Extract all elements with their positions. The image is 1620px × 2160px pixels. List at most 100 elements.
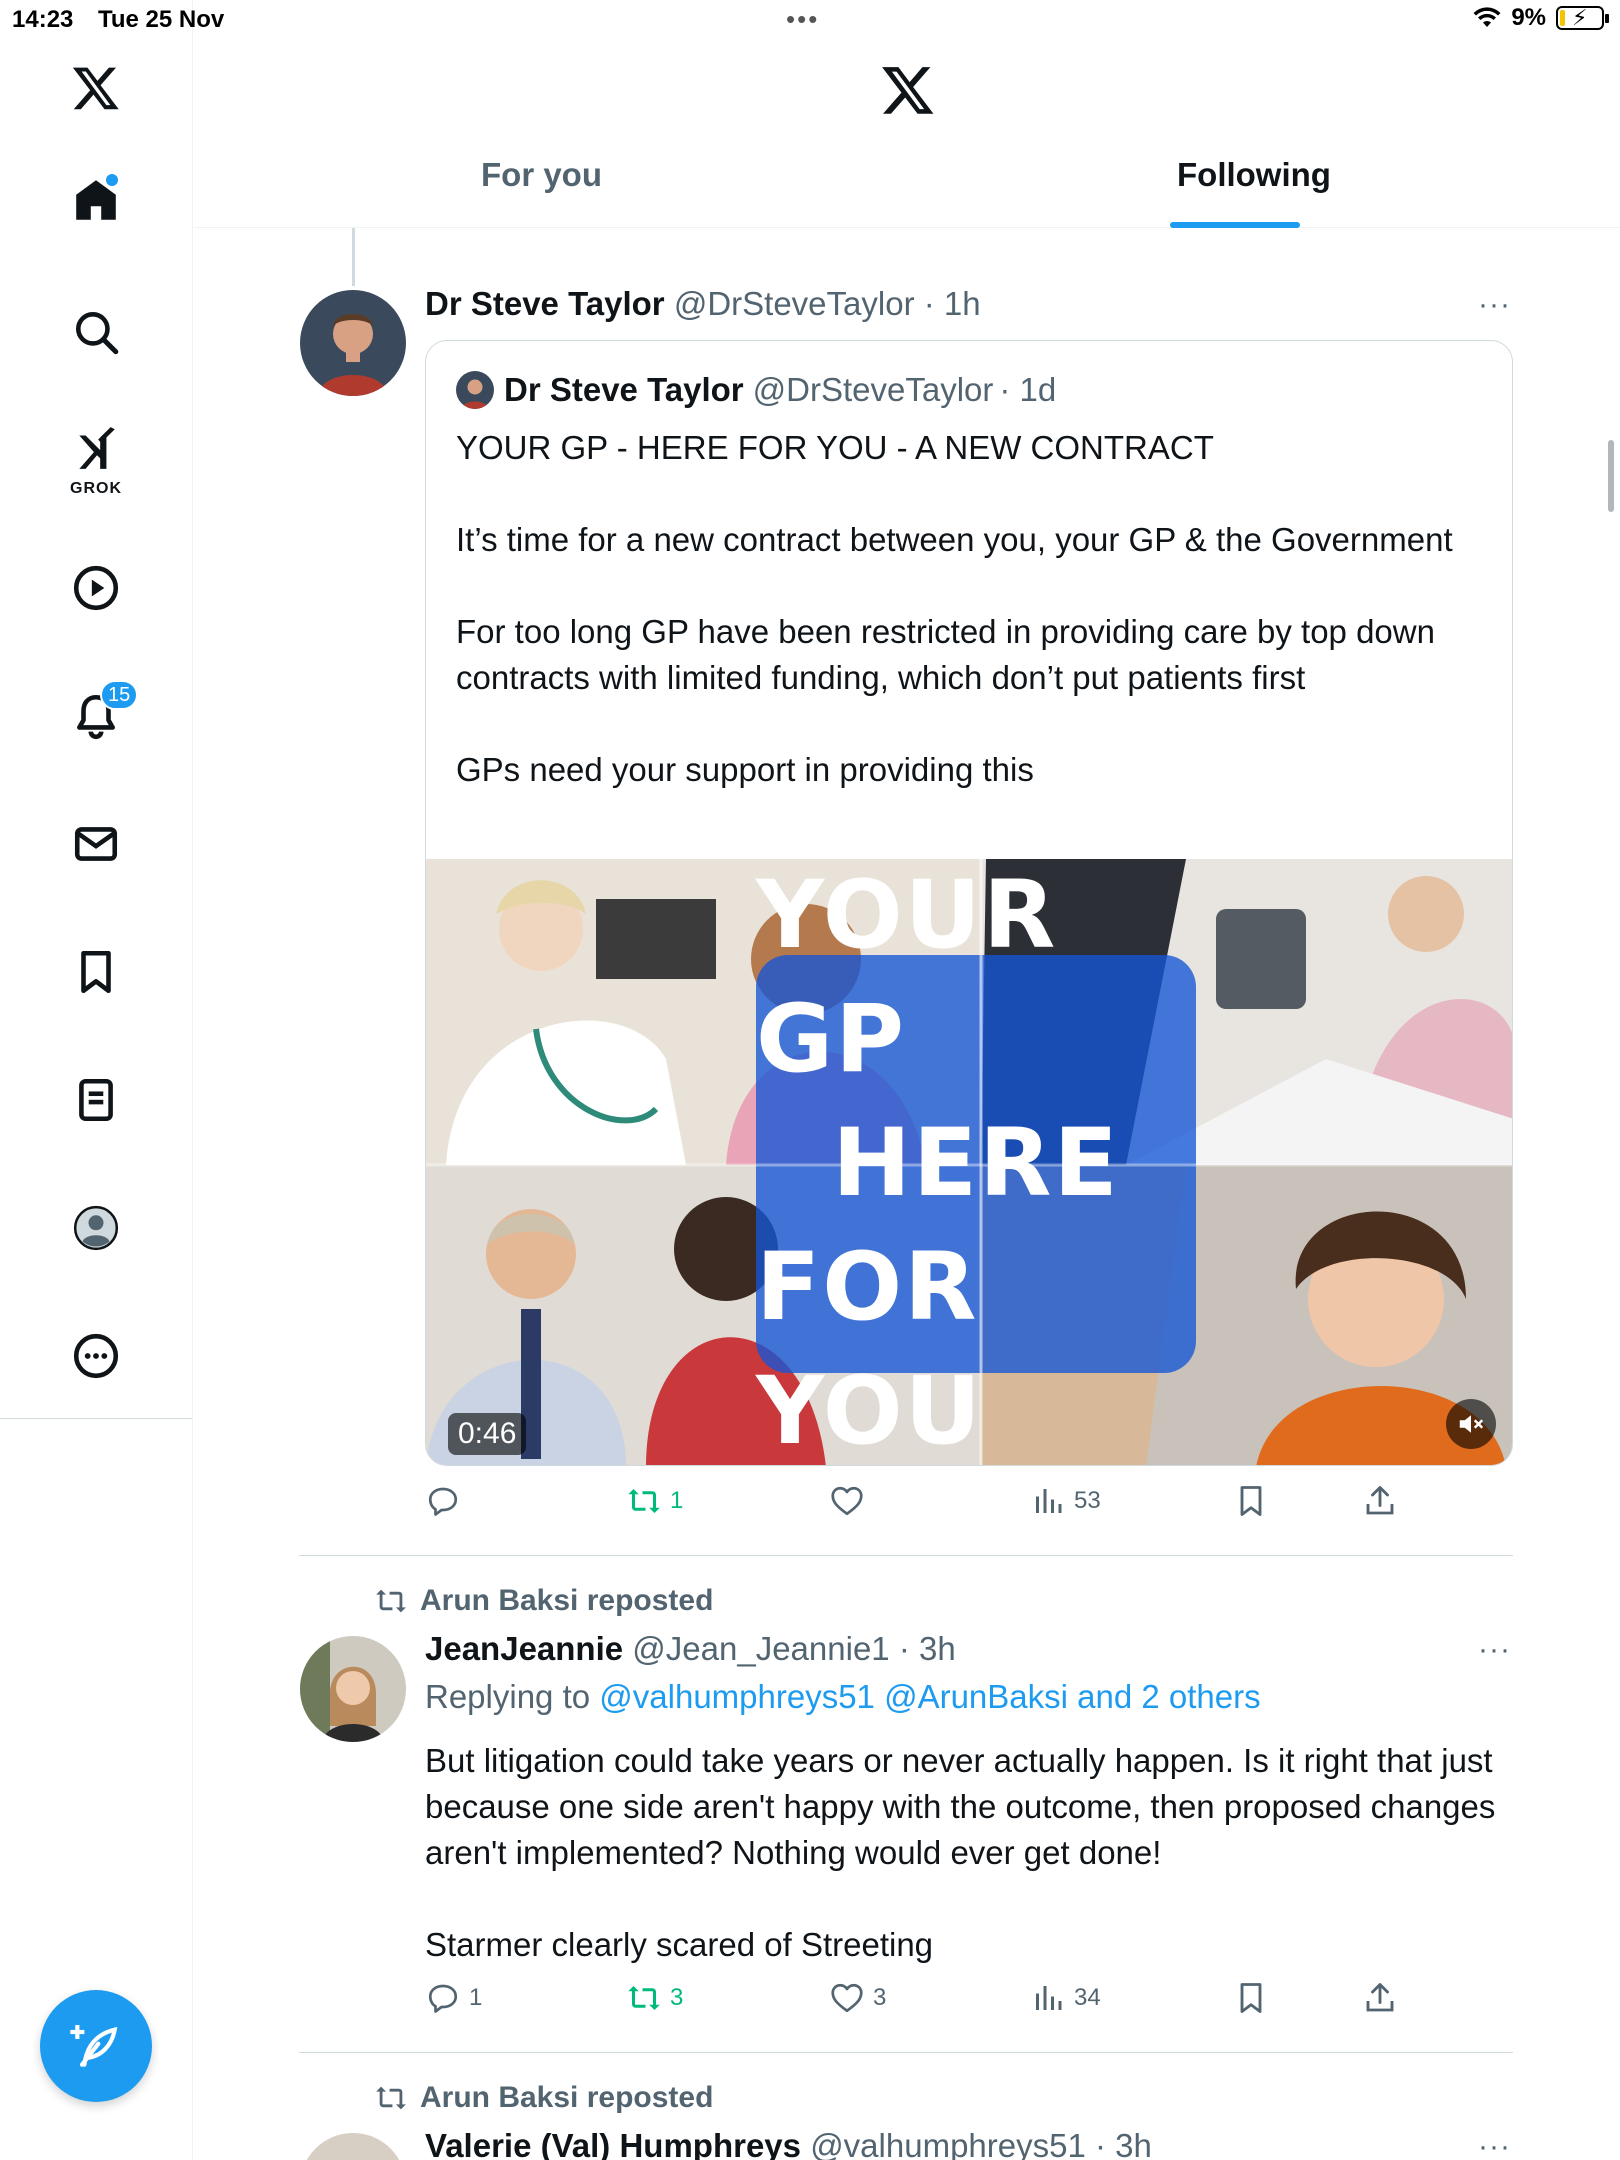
tweet-actions: 1 53 — [425, 1483, 1515, 1533]
repost-button[interactable]: 1 — [626, 1483, 683, 1519]
like-button[interactable] — [829, 1483, 873, 1519]
sidebar-divider — [0, 1418, 192, 1419]
author-handle[interactable]: @DrSteveTaylor — [674, 285, 915, 322]
reply-button[interactable]: 1 — [425, 1980, 482, 2016]
tweet-author-row: Dr Steve Taylor @DrSteveTaylor · 1h — [425, 285, 981, 323]
quote-paragraph: GPs need your support in providing this — [456, 751, 1034, 788]
sidebar-item-home[interactable] — [56, 160, 136, 240]
video-duration: 0:46 — [448, 1413, 527, 1455]
repost-count: 3 — [670, 1984, 684, 2011]
avatar[interactable] — [300, 1636, 406, 1742]
bookmark-icon — [81, 950, 111, 994]
sidebar-item-bookmarks[interactable] — [56, 932, 136, 1012]
repost-icon — [628, 1489, 660, 1513]
reposted-by-label: Arun Baksi reposted — [420, 2081, 714, 2114]
tweet-author-row: Valerie (Val) Humphreys @valhumphreys51 … — [425, 2127, 1152, 2160]
status-time: 14:23 — [12, 6, 74, 33]
quote-paragraph: For too long GP have been restricted in … — [456, 613, 1435, 696]
overlay-line: HERE — [832, 1109, 1120, 1218]
grok-label: GROK — [70, 480, 122, 497]
notifications-badge: 15 — [100, 680, 139, 710]
quote-avatar — [456, 371, 494, 409]
quoted-tweet[interactable]: Dr Steve Taylor @DrSteveTaylor · 1d YOUR… — [425, 340, 1513, 1466]
repost-button[interactable]: 3 — [626, 1980, 683, 2016]
x-logo-icon[interactable] — [880, 62, 936, 118]
more-options-icon[interactable]: ··· — [1478, 288, 1511, 322]
tweet-actions: 1 3 3 34 — [425, 1980, 1515, 2030]
replying-to: Replying to @valhumphreys51 @ArunBaksi a… — [425, 1678, 1261, 1716]
avatar[interactable] — [300, 2133, 406, 2160]
repost-icon — [376, 2086, 406, 2110]
sidebar-item-profile[interactable] — [56, 1188, 136, 1268]
sidebar-item-more[interactable] — [56, 1316, 136, 1396]
view-count: 34 — [1074, 1984, 1101, 2011]
author-name[interactable]: Valerie (Val) Humphreys — [425, 2127, 801, 2160]
tweet-time[interactable]: · 3h — [1095, 2127, 1152, 2160]
share-button[interactable] — [1362, 1980, 1398, 2016]
reply-button[interactable] — [425, 1483, 469, 1519]
like-count: 3 — [873, 1984, 887, 2011]
more-options-icon[interactable]: ··· — [1478, 2130, 1511, 2160]
sidebar-item-grok[interactable]: GROK — [56, 414, 136, 504]
scrollbar[interactable] — [1608, 440, 1614, 512]
mail-icon — [74, 827, 118, 861]
status-bar: 14:23 Tue 25 Nov ••• 9% ⚡ — [0, 0, 1620, 40]
tab-for-you[interactable]: For you — [481, 156, 602, 194]
thread-line — [352, 228, 355, 286]
tweet-divider — [299, 2052, 1513, 2053]
tweet-divider — [299, 1555, 1513, 1556]
avatar[interactable] — [300, 290, 406, 396]
heart-icon — [831, 1486, 863, 1516]
tweet-time[interactable]: · 3h — [899, 1630, 956, 1667]
reply-icon — [428, 1487, 458, 1516]
share-icon — [1366, 1983, 1394, 2012]
repost-context[interactable]: Arun Baksi reposted — [374, 1584, 713, 1618]
active-tab-indicator — [1170, 222, 1300, 228]
compose-icon — [70, 2025, 118, 2067]
overlay-line: FOR YOU — [756, 1233, 983, 1466]
more-circle-icon — [73, 1333, 119, 1379]
author-name[interactable]: JeanJeannie — [425, 1630, 623, 1667]
sidebar-item-lists[interactable] — [56, 1060, 136, 1140]
compose-button[interactable] — [40, 1990, 152, 2102]
more-options-icon[interactable]: ··· — [1478, 1633, 1511, 1667]
wifi-icon — [1473, 7, 1501, 27]
x-logo-icon[interactable] — [56, 48, 136, 128]
repost-context[interactable]: Arun Baksi reposted — [374, 2081, 713, 2115]
author-handle[interactable]: @Jean_Jeannie1 — [632, 1630, 889, 1667]
status-date: Tue 25 Nov — [98, 6, 225, 33]
author-handle[interactable]: @valhumphreys51 — [810, 2127, 1086, 2160]
list-icon — [79, 1078, 113, 1122]
sidebar-item-notifications[interactable]: 15 — [56, 676, 139, 756]
grok-icon — [79, 427, 115, 469]
views-button[interactable]: 53 — [1030, 1483, 1101, 1519]
views-button[interactable]: 34 — [1030, 1980, 1101, 2016]
sidebar-item-videos[interactable] — [56, 548, 136, 628]
battery-icon: ⚡ — [1556, 5, 1609, 30]
replying-to-links[interactable]: @valhumphreys51 @ArunBaksi and 2 others — [599, 1678, 1260, 1715]
reply-count: 1 — [469, 1984, 483, 2011]
repost-icon — [376, 1589, 406, 1613]
share-icon — [1366, 1486, 1394, 1515]
speaker-mute-icon — [1459, 1415, 1484, 1433]
mute-button[interactable] — [1446, 1399, 1496, 1449]
tab-following[interactable]: Following — [1177, 156, 1331, 194]
quote-text: YOUR GP - HERE FOR YOU - A NEW CONTRACT … — [456, 425, 1486, 793]
sidebar-item-explore[interactable] — [56, 292, 136, 372]
views-icon — [1036, 1489, 1062, 1513]
multitasking-dots-icon[interactable]: ••• — [786, 4, 819, 35]
author-name[interactable]: Dr Steve Taylor — [425, 285, 665, 322]
bookmark-button[interactable] — [1233, 1483, 1269, 1519]
tweet-author-row: JeanJeannie @Jean_Jeannie1 · 3h — [425, 1630, 956, 1668]
sidebar-item-messages[interactable] — [56, 804, 136, 884]
quote-paragraph: It’s time for a new contract between you… — [456, 521, 1453, 558]
bookmark-button[interactable] — [1233, 1980, 1269, 2016]
video-player[interactable]: YOUR GP HERE FOR YOU 0:46 — [426, 859, 1512, 1466]
share-button[interactable] — [1362, 1483, 1398, 1519]
quote-author-row: Dr Steve Taylor @DrSteveTaylor · 1d — [456, 371, 1056, 409]
quote-author-handle: @DrSteveTaylor — [752, 371, 994, 408]
tweet-time[interactable]: · 1h — [924, 285, 981, 322]
like-button[interactable]: 3 — [829, 1980, 886, 2016]
sidebar-nav: GROK 15 — [0, 0, 193, 2160]
profile-icon — [73, 1205, 119, 1251]
